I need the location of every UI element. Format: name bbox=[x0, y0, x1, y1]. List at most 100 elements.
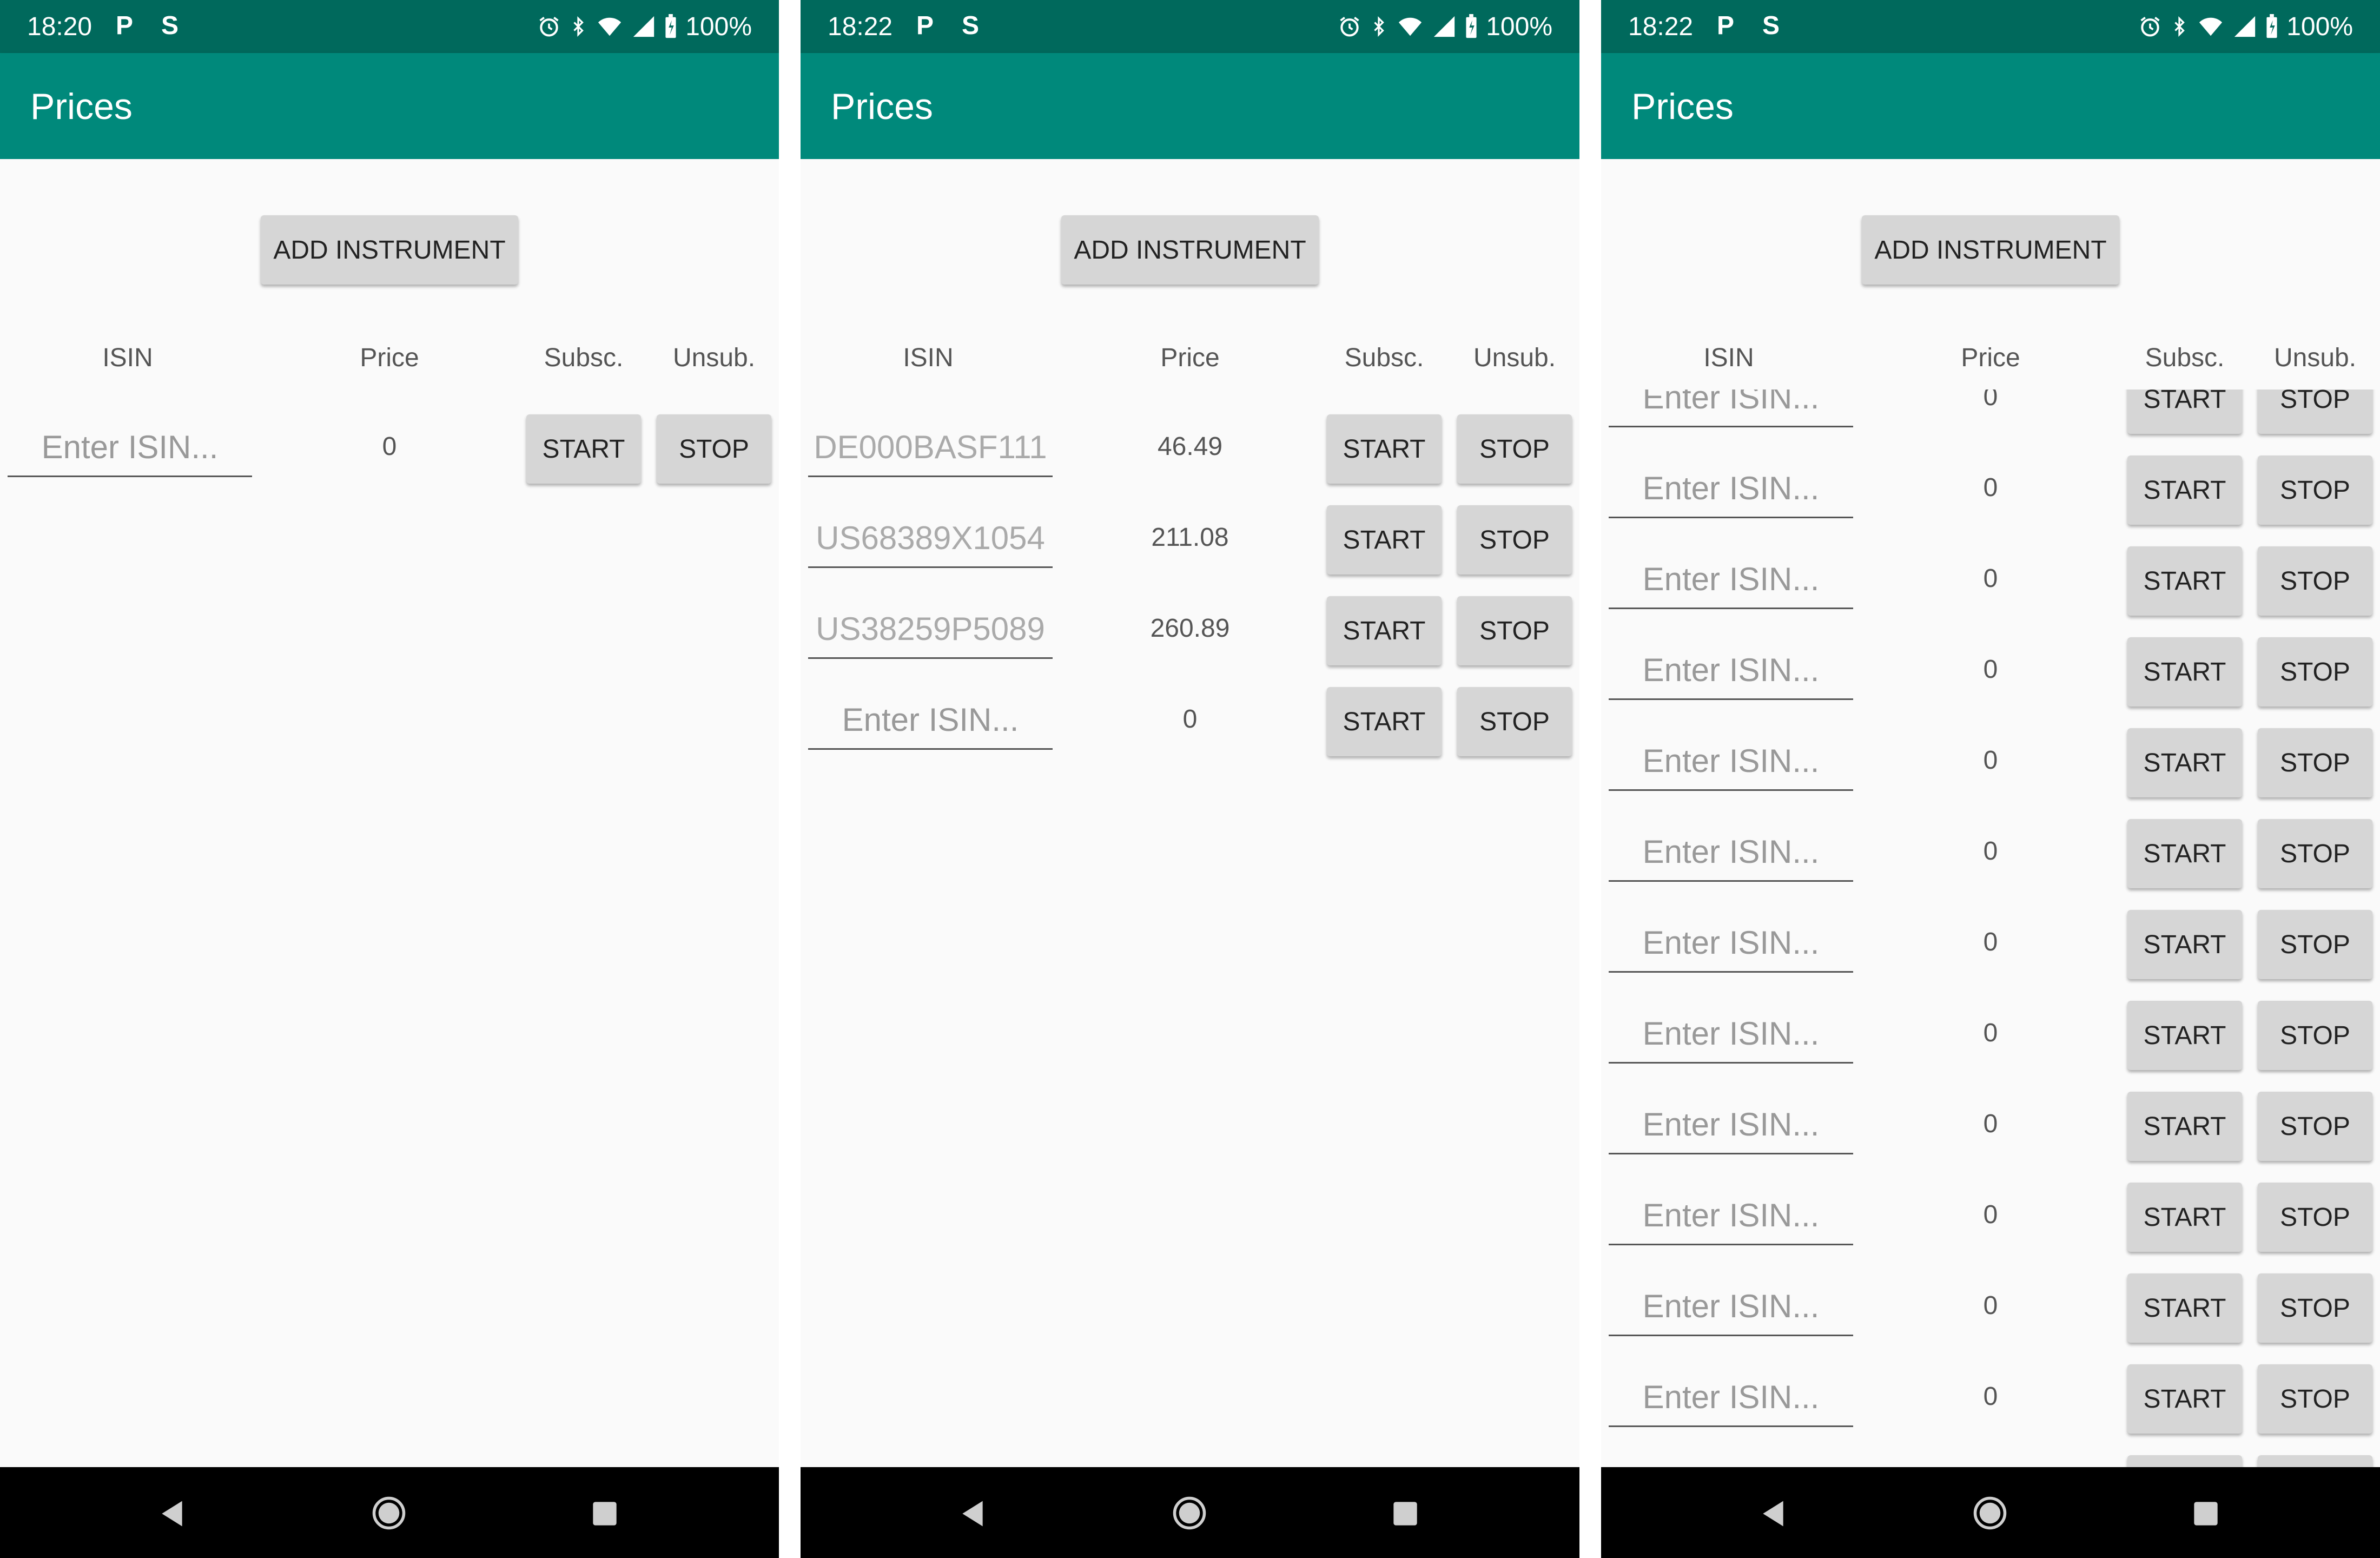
start-button[interactable]: START bbox=[2127, 1183, 2242, 1252]
start-button[interactable]: START bbox=[2127, 728, 2242, 797]
stop-button[interactable]: STOP bbox=[2258, 819, 2372, 888]
home-icon[interactable] bbox=[371, 1495, 407, 1531]
status-bar: 18:22 P S 100% bbox=[801, 0, 1579, 53]
stop-button[interactable]: STOP bbox=[1457, 596, 1572, 665]
page-title: Prices bbox=[831, 86, 933, 127]
notification-p-icon: P bbox=[116, 11, 134, 40]
content-area: Enter ISIN... 0 START STOP ADD INSTRUMEN… bbox=[0, 159, 779, 1467]
add-instrument-button[interactable]: ADD INSTRUMENT bbox=[261, 215, 518, 285]
recents-icon[interactable] bbox=[2192, 1500, 2220, 1528]
price-value: 0 bbox=[1983, 928, 1998, 956]
phone-screen-3: 18:22 P S 100% Prices Enter ISIN... 0 ST… bbox=[1601, 0, 2380, 1558]
battery-percent: 100% bbox=[685, 12, 752, 41]
start-button[interactable]: START bbox=[1327, 414, 1442, 484]
stop-button[interactable]: STOP bbox=[1457, 505, 1572, 575]
stop-button[interactable]: STOP bbox=[2258, 546, 2372, 616]
isin-input[interactable]: Enter ISIN... bbox=[1609, 1278, 1853, 1336]
stop-button[interactable]: STOP bbox=[2258, 1273, 2372, 1343]
bluetooth-icon bbox=[573, 16, 584, 37]
start-button[interactable]: START bbox=[1327, 596, 1442, 665]
isin-input[interactable]: Enter ISIN... bbox=[1609, 1460, 1853, 1467]
status-time: 18:22 bbox=[1628, 12, 1694, 41]
add-instrument-button[interactable]: ADD INSTRUMENT bbox=[1862, 215, 2119, 285]
page-title: Prices bbox=[30, 86, 133, 127]
start-button[interactable]: START bbox=[2127, 546, 2242, 616]
status-bar: 18:22 P S 100% bbox=[1601, 0, 2380, 53]
recents-icon[interactable] bbox=[1391, 1500, 1419, 1528]
isin-input[interactable]: Enter ISIN... bbox=[1609, 732, 1853, 791]
price-value: 211.08 bbox=[1151, 523, 1229, 552]
isin-input[interactable]: Enter ISIN... bbox=[1609, 1187, 1853, 1245]
isin-input[interactable]: US68389X1054 bbox=[808, 510, 1053, 568]
battery-percent: 100% bbox=[2286, 12, 2353, 41]
column-header-unsub: Unsub. bbox=[1473, 344, 1556, 372]
bluetooth-icon bbox=[1374, 16, 1385, 37]
back-icon[interactable] bbox=[957, 1497, 988, 1530]
stop-button[interactable]: STOP bbox=[2258, 1455, 2372, 1467]
start-button[interactable]: START bbox=[2127, 1364, 2242, 1434]
isin-input[interactable]: Enter ISIN... bbox=[1609, 460, 1853, 518]
start-button[interactable]: START bbox=[2127, 910, 2242, 979]
isin-input[interactable]: DE000BASF111 bbox=[808, 419, 1053, 477]
start-button[interactable]: START bbox=[2127, 455, 2242, 525]
home-icon[interactable] bbox=[1972, 1495, 2008, 1531]
stop-button[interactable]: STOP bbox=[1457, 414, 1572, 484]
start-button[interactable]: START bbox=[1327, 505, 1442, 575]
column-header-price: Price bbox=[1961, 344, 2020, 372]
start-button[interactable]: START bbox=[1327, 687, 1442, 756]
home-icon[interactable] bbox=[1172, 1495, 1207, 1531]
add-instrument-button[interactable]: ADD INSTRUMENT bbox=[1061, 215, 1319, 285]
stop-button[interactable]: STOP bbox=[2258, 910, 2372, 979]
stop-button[interactable]: STOP bbox=[2258, 1001, 2372, 1070]
isin-input[interactable]: Enter ISIN... bbox=[1609, 1005, 1853, 1064]
notification-s-icon: S bbox=[962, 11, 980, 40]
isin-input[interactable]: Enter ISIN... bbox=[1609, 1369, 1853, 1427]
header-band: ADD INSTRUMENT ISIN Price Subsc. Unsub. bbox=[801, 159, 1579, 398]
start-button[interactable]: START bbox=[2127, 1455, 2242, 1467]
price-value: 46.49 bbox=[1157, 432, 1223, 461]
stop-button[interactable]: STOP bbox=[2258, 637, 2372, 707]
price-value: 0 bbox=[382, 432, 397, 461]
table-row: Enter ISIN... 0 START STOP bbox=[1601, 1452, 2380, 1467]
phone-screen-1: 18:20 P S 100% Prices Enter ISIN... 0 ST… bbox=[0, 0, 779, 1558]
status-time: 18:22 bbox=[828, 12, 893, 41]
isin-input[interactable]: Enter ISIN... bbox=[1609, 1096, 1853, 1154]
isin-input[interactable]: US38259P5089 bbox=[808, 600, 1053, 659]
stop-button[interactable]: STOP bbox=[2258, 455, 2372, 525]
isin-input[interactable]: Enter ISIN... bbox=[1609, 642, 1853, 700]
isin-input[interactable]: Enter ISIN... bbox=[808, 691, 1053, 750]
stop-button[interactable]: STOP bbox=[1457, 687, 1572, 756]
status-icons: 100% bbox=[2138, 11, 2353, 42]
start-button[interactable]: START bbox=[526, 414, 641, 484]
stop-button[interactable]: STOP bbox=[657, 414, 771, 484]
table-row: Enter ISIN... 0 START STOP bbox=[0, 411, 779, 502]
stop-button[interactable]: STOP bbox=[2258, 1183, 2372, 1252]
stop-button[interactable]: STOP bbox=[2258, 728, 2372, 797]
back-icon[interactable] bbox=[157, 1497, 187, 1530]
wifi-icon bbox=[598, 17, 622, 36]
navigation-bar bbox=[1601, 1467, 2380, 1558]
stop-button[interactable]: STOP bbox=[2258, 1364, 2372, 1434]
column-header-price: Price bbox=[1160, 344, 1220, 372]
notification-p-icon: P bbox=[1717, 11, 1735, 40]
isin-input[interactable]: Enter ISIN... bbox=[1609, 551, 1853, 609]
wifi-icon bbox=[1399, 17, 1422, 36]
start-button[interactable]: START bbox=[2127, 1092, 2242, 1161]
start-button[interactable]: START bbox=[2127, 637, 2242, 707]
stop-button[interactable]: STOP bbox=[2258, 1092, 2372, 1161]
bluetooth-icon bbox=[2174, 16, 2185, 37]
isin-input[interactable]: Enter ISIN... bbox=[1609, 914, 1853, 973]
price-value: 0 bbox=[1983, 837, 1998, 866]
isin-input[interactable]: Enter ISIN... bbox=[8, 419, 252, 477]
start-button[interactable]: START bbox=[2127, 819, 2242, 888]
status-icons: 100% bbox=[1338, 11, 1552, 42]
table-row: Enter ISIN... 0 START STOP bbox=[801, 684, 1579, 775]
app-bar: Prices bbox=[1601, 53, 2380, 159]
isin-input[interactable]: Enter ISIN... bbox=[1609, 823, 1853, 882]
start-button[interactable]: START bbox=[2127, 1001, 2242, 1070]
alarm-icon bbox=[2140, 17, 2160, 37]
recents-icon[interactable] bbox=[591, 1500, 619, 1528]
back-icon[interactable] bbox=[1758, 1497, 1788, 1530]
start-button[interactable]: START bbox=[2127, 1273, 2242, 1343]
status-time: 18:20 bbox=[27, 12, 92, 41]
